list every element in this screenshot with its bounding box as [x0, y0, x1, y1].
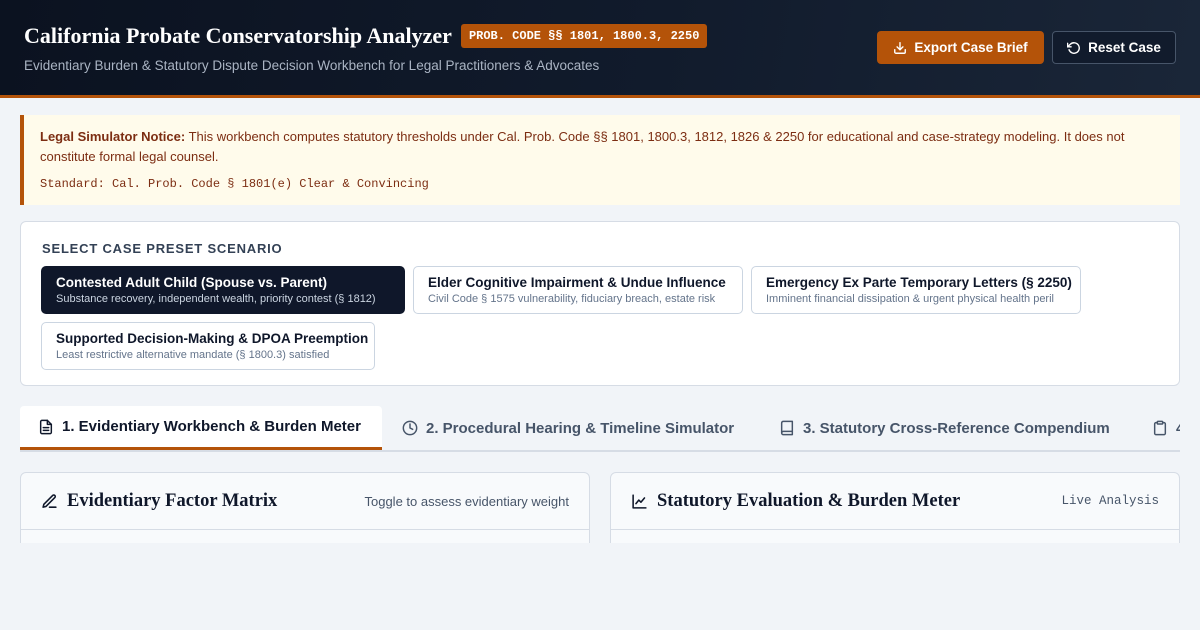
tab-statutory-compendium[interactable]: 3. Statutory Cross-Reference Compendium	[779, 406, 1110, 450]
card-header: Statutory Evaluation & Burden Meter Live…	[611, 473, 1179, 530]
title-row: California Probate Conservatorship Analy…	[24, 23, 708, 49]
preset-title: Supported Decision-Making & DPOA Preempt…	[56, 331, 369, 346]
tab-label: 3. Statutory Cross-Reference Compendium	[803, 419, 1110, 437]
notice-standard: Standard: Cal. Prob. Code § 1801(e) Clea…	[40, 177, 429, 191]
file-text-icon	[39, 419, 53, 434]
clock-icon	[402, 420, 418, 436]
preset-elder-cognitive-impairment[interactable]: Elder Cognitive Impairment & Undue Influ…	[413, 266, 743, 314]
pencil-icon	[42, 493, 57, 508]
preset-title: Elder Cognitive Impairment & Undue Influ…	[428, 275, 726, 290]
tab-label: 4	[1176, 420, 1180, 437]
export-case-brief-button[interactable]: Export Case Brief	[877, 31, 1044, 64]
statutory-evaluation-card: Statutory Evaluation & Burden Meter Live…	[610, 472, 1180, 552]
legal-notice: Legal Simulator Notice: This workbench c…	[20, 115, 1180, 205]
tab-fourth[interactable]: 4	[1152, 406, 1180, 450]
live-analysis-label: Live Analysis	[1061, 494, 1159, 508]
preset-panel: SELECT CASE PRESET SCENARIO Contested Ad…	[20, 221, 1180, 386]
main-tabs: 1. Evidentiary Workbench & Burden Meter …	[20, 406, 1180, 452]
download-icon	[894, 41, 907, 54]
page-background-fill	[0, 543, 1200, 630]
line-chart-icon	[632, 493, 647, 509]
preset-subtitle: Least restrictive alternative mandate (§…	[56, 349, 330, 361]
evidentiary-factor-card: Evidentiary Factor Matrix Toggle to asse…	[20, 472, 590, 552]
preset-subtitle: Imminent financial dissipation & urgent …	[766, 293, 1054, 305]
notice-label: Legal Simulator Notice:	[40, 129, 186, 144]
preset-subtitle: Civil Code § 1575 vulnerability, fiducia…	[428, 293, 716, 305]
preset-subtitle: Substance recovery, independent wealth, …	[56, 293, 376, 305]
tab-procedural-hearing[interactable]: 2. Procedural Hearing & Timeline Simulat…	[402, 406, 734, 450]
rotate-ccw-icon	[1067, 41, 1081, 54]
preset-title: Emergency Ex Parte Temporary Letters (§ …	[766, 275, 1072, 290]
notice-body: This workbench computes statutory thresh…	[40, 129, 1125, 164]
reset-label: Reset Case	[1088, 40, 1161, 55]
book-icon	[780, 420, 794, 436]
preset-emergency-ex-parte[interactable]: Emergency Ex Parte Temporary Letters (§ …	[751, 266, 1081, 314]
preset-heading: SELECT CASE PRESET SCENARIO	[42, 241, 283, 256]
tab-evidentiary-workbench[interactable]: 1. Evidentiary Workbench & Burden Meter	[20, 406, 382, 450]
preset-title: Contested Adult Child (Spouse vs. Parent…	[56, 275, 328, 290]
card-title-text: Evidentiary Factor Matrix	[67, 490, 278, 511]
tab-label: 1. Evidentiary Workbench & Burden Meter	[62, 418, 361, 435]
reset-case-button[interactable]: Reset Case	[1052, 31, 1176, 64]
notice-text: Legal Simulator Notice: This workbench c…	[40, 127, 1164, 167]
card-hint: Toggle to assess evidentiary weight	[364, 493, 569, 509]
card-title: Statutory Evaluation & Burden Meter	[631, 491, 960, 512]
card-title-text: Statutory Evaluation & Burden Meter	[657, 490, 961, 511]
export-label: Export Case Brief	[914, 40, 1028, 55]
preset-supported-decision-making[interactable]: Supported Decision-Making & DPOA Preempt…	[41, 322, 375, 370]
card-header: Evidentiary Factor Matrix Toggle to asse…	[21, 473, 589, 530]
tab-label: 2. Procedural Hearing & Timeline Simulat…	[426, 419, 735, 437]
clipboard-icon	[1153, 420, 1167, 436]
app-header: California Probate Conservatorship Analy…	[0, 0, 1200, 98]
statute-badge: PROB. CODE §§ 1801, 1800.3, 2250	[460, 24, 708, 48]
app-title: California Probate Conservatorship Analy…	[24, 23, 452, 48]
card-title: Evidentiary Factor Matrix	[41, 491, 277, 512]
preset-contested-adult-child[interactable]: Contested Adult Child (Spouse vs. Parent…	[41, 266, 405, 314]
app-subtitle: Evidentiary Burden & Statutory Dispute D…	[24, 58, 600, 73]
